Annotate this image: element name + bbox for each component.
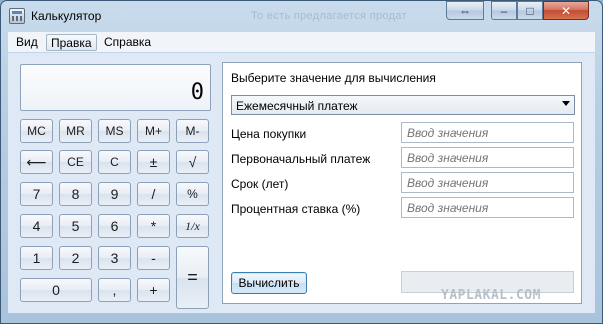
calculator-display: 0 — [20, 64, 211, 111]
down-payment-label: Первоначальный платеж — [231, 152, 371, 166]
display-value: 0 — [190, 80, 204, 105]
key-equals[interactable]: = — [176, 246, 209, 309]
purchase-price-label: Цена покупки — [231, 127, 307, 141]
watermark-text: YAPLAKAL.COM — [441, 288, 541, 303]
key-plus[interactable]: + — [137, 278, 170, 302]
maximize-button[interactable]: □ — [517, 1, 543, 20]
calculator-body: 0 MC MR MS M+ M- ⟵ CE C ± √ 7 8 9 / % 4 … — [8, 53, 595, 313]
key-ms[interactable]: MS — [98, 119, 131, 143]
key-9[interactable]: 9 — [98, 182, 131, 206]
key-m-plus[interactable]: M+ — [137, 119, 170, 143]
key-3[interactable]: 3 — [98, 246, 131, 270]
chevron-down-icon — [562, 101, 570, 106]
restore-layout-button[interactable]: ⇔ — [446, 1, 484, 20]
key-percent[interactable]: % — [176, 182, 209, 206]
close-button[interactable]: ✕ — [543, 1, 589, 20]
key-minus[interactable]: - — [137, 246, 170, 270]
menu-edit[interactable]: Правка — [46, 34, 97, 51]
select-value: Ежемесячный платеж — [236, 99, 358, 113]
key-divide[interactable]: / — [137, 182, 170, 206]
minimize-button[interactable]: – — [491, 1, 517, 20]
down-payment-input[interactable] — [401, 147, 574, 168]
calculation-type-select[interactable]: Ежемесячный платеж — [231, 95, 575, 115]
interest-rate-input[interactable] — [401, 197, 574, 218]
key-multiply[interactable]: * — [137, 214, 170, 238]
term-years-input[interactable] — [401, 172, 574, 193]
mortgage-panel: Выберите значение для вычисления Ежемеся… — [222, 62, 582, 304]
key-sqrt[interactable]: √ — [176, 150, 209, 174]
menu-view[interactable]: Вид — [12, 34, 42, 51]
purchase-price-input[interactable] — [401, 122, 574, 143]
key-5[interactable]: 5 — [59, 214, 92, 238]
key-4[interactable]: 4 — [20, 214, 53, 238]
panel-title: Выберите значение для вычисления — [231, 71, 436, 85]
calculator-window: Калькулятор То есть предлагается продат … — [0, 0, 603, 324]
compute-button[interactable]: Вычислить — [231, 272, 307, 294]
key-decimal[interactable]: , — [98, 278, 131, 302]
window-title: Калькулятор — [31, 9, 102, 23]
key-7[interactable]: 7 — [20, 182, 53, 206]
key-2[interactable]: 2 — [59, 246, 92, 270]
term-years-label: Срок (лет) — [231, 177, 289, 191]
key-reciprocal[interactable]: 1/x — [176, 214, 209, 238]
key-plus-minus[interactable]: ± — [137, 150, 170, 174]
key-m-minus[interactable]: M- — [176, 119, 209, 143]
title-bar[interactable]: Калькулятор То есть предлагается продат … — [1, 1, 602, 31]
key-0[interactable]: 0 — [20, 278, 92, 302]
key-mr[interactable]: MR — [59, 119, 92, 143]
key-backspace[interactable]: ⟵ — [20, 150, 53, 174]
calculator-app-icon — [9, 8, 25, 24]
menu-help[interactable]: Справка — [100, 34, 155, 51]
key-c[interactable]: C — [98, 150, 131, 174]
background-window-text: То есть предлагается продат — [251, 10, 407, 22]
key-1[interactable]: 1 — [20, 246, 53, 270]
key-mc[interactable]: MC — [20, 119, 53, 143]
key-6[interactable]: 6 — [98, 214, 131, 238]
key-ce[interactable]: CE — [59, 150, 92, 174]
menu-bar: Вид Правка Справка — [8, 32, 595, 52]
interest-rate-label: Процентная ставка (%) — [231, 202, 361, 216]
key-8[interactable]: 8 — [59, 182, 92, 206]
